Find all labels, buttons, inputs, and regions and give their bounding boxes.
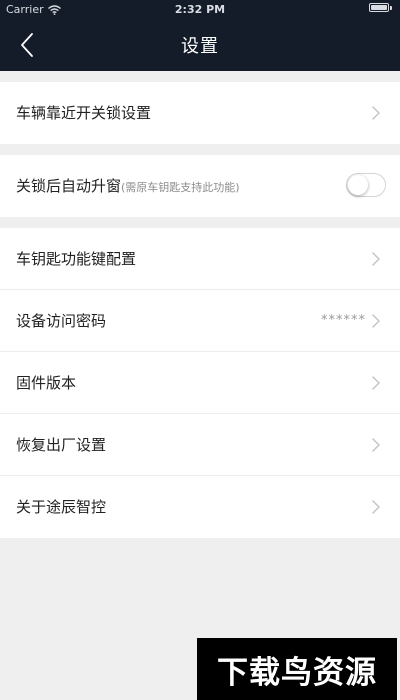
auto-window-toggle[interactable] [346,173,386,197]
row-label: 固件版本 [16,374,77,392]
row-device-password[interactable]: 设备访问密码 ****** [0,290,400,352]
chevron-right-icon [372,106,380,120]
password-value: ****** [321,313,366,328]
status-time: 2:32 PM [174,3,226,16]
chevron-right-icon [372,438,380,452]
page-title: 设置 [181,36,219,57]
row-auto-window: 关锁后自动升窗(需原车钥匙支持此功能) [0,155,400,217]
row-factory-reset[interactable]: 恢复出厂设置 [0,414,400,476]
nav-bar: Carrier 2:32 PM 设置 [0,0,400,71]
row-label: 设备访问密码 [16,312,107,330]
section-proximity: 车辆靠近开关锁设置 [0,82,400,144]
row-label: 关锁后自动升窗(需原车钥匙支持此功能) [16,155,240,217]
row-key-function-config[interactable]: 车钥匙功能键配置 [0,228,400,290]
battery-tip [390,5,392,10]
chevron-right-icon [372,252,380,266]
row-about[interactable]: 关于途辰智控 [0,476,400,538]
row-label-text: 关锁后自动升窗 [16,177,122,195]
chevron-right-icon [372,376,380,390]
row-proximity-lock[interactable]: 车辆靠近开关锁设置 [0,82,400,144]
row-label: 恢复出厂设置 [16,436,107,454]
chevron-right-icon [372,500,380,514]
status-bar: Carrier 2:32 PM [0,0,400,20]
section-device: 车钥匙功能键配置 设备访问密码 ****** 固件版本 恢复出厂设置 关于途辰智… [0,228,400,538]
chevron-right-icon [372,314,380,328]
watermark: 下载鸟资源 [197,638,397,700]
section-auto-window: 关锁后自动升窗(需原车钥匙支持此功能) [0,155,400,217]
battery-icon [369,3,392,12]
toggle-knob [348,175,368,195]
row-note: (需原车钥匙支持此功能) [121,181,240,194]
row-firmware-version[interactable]: 固件版本 [0,352,400,414]
battery-fill [371,5,387,10]
row-label: 车钥匙功能键配置 [16,250,137,268]
row-label: 关于途辰智控 [16,498,107,516]
row-label: 车辆靠近开关锁设置 [16,104,152,122]
battery-body [369,3,389,12]
